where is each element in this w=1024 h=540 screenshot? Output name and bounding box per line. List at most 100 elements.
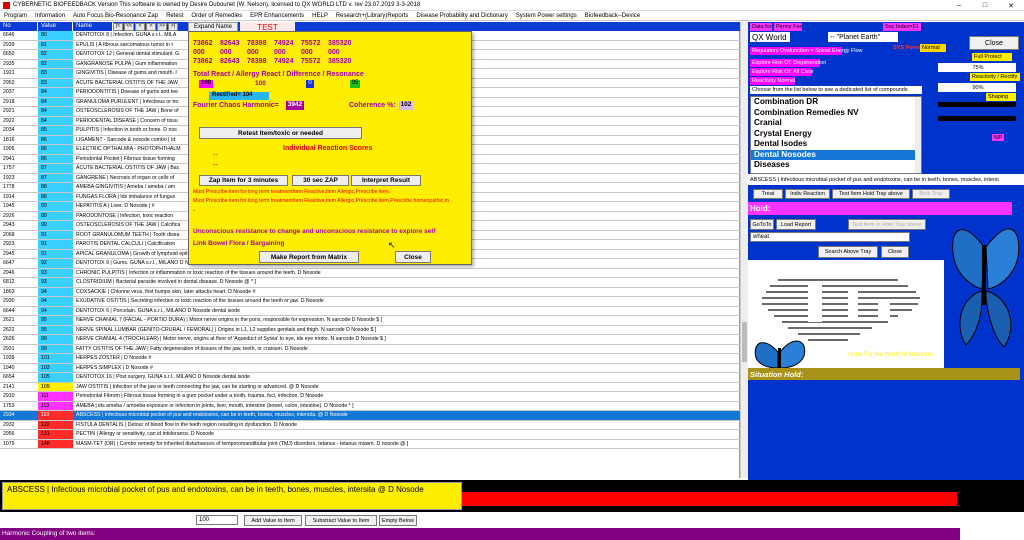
- compound-category-list[interactable]: Combination DR Combination Remedies NV C…: [750, 96, 922, 174]
- sys-power-value: Normal: [920, 44, 946, 52]
- menu-help[interactable]: HELP: [308, 13, 332, 19]
- load-report-button[interactable]: Load Report: [776, 219, 816, 230]
- table-row[interactable]: 6812 93 CLOSTRIDIUM | Bacterial parasite i…: [0, 278, 740, 288]
- list-item[interactable]: Crystal Energy: [751, 129, 921, 140]
- nav-last-button[interactable]: >|: [168, 22, 178, 31]
- make-report-button[interactable]: Make Report from Matrix: [259, 251, 359, 263]
- zap-3min-button[interactable]: Zap Item for 3 minutes: [199, 175, 288, 186]
- cell-value: 119: [38, 411, 73, 420]
- minimize-icon[interactable]: –: [946, 0, 972, 11]
- black-bar-1: [938, 102, 1016, 107]
- table-row[interactable]: 2141 109 JAW OSTITIS | Infection of the ja…: [0, 382, 740, 392]
- list-item[interactable]: Dental Isodes: [751, 139, 921, 150]
- close-top-button[interactable]: Close: [969, 36, 1019, 50]
- menu-retest[interactable]: Retest: [162, 13, 187, 19]
- list-item[interactable]: Combination Remedies NV: [751, 108, 921, 119]
- menu-auto-focus[interactable]: Auto Focus Bio-Resonance Zap: [69, 13, 162, 19]
- individual-scores-label: Individual Reaction Scores: [283, 145, 373, 152]
- list-item[interactable]: Cranial: [751, 118, 921, 129]
- table-row[interactable]: 2626 99 NERVE CRANIAL 4 (TROCHLEAR) | Moto…: [0, 335, 740, 345]
- coherence-label: Coherence %:: [349, 102, 396, 109]
- zap-30sec-button[interactable]: 30 sec ZAP: [292, 175, 349, 186]
- menu-epr[interactable]: EPR Enhancements: [246, 13, 308, 19]
- cell-no: 2921: [3, 108, 15, 114]
- table-row[interactable]: 1940 103 HERPES SIMPLEX | D Nosode #: [0, 363, 740, 373]
- cell-value: 86: [38, 154, 73, 163]
- indiv-reaction-button[interactable]: Indiv Reaction: [785, 189, 830, 199]
- list-item[interactable]: Diseases: [751, 160, 921, 171]
- nav-next2-button[interactable]: >>: [157, 22, 167, 31]
- menu-information[interactable]: Information: [31, 13, 69, 19]
- cell-no: 2918: [3, 98, 15, 105]
- search-input[interactable]: wheat: [750, 232, 910, 242]
- add-value-button[interactable]: Add Value to Item: [244, 515, 302, 526]
- col-name[interactable]: Name: [73, 22, 113, 31]
- cell-value: 93: [38, 278, 73, 287]
- menu-research[interactable]: Research+(Library)Reports: [332, 13, 413, 19]
- cell-no: 2945: [3, 250, 15, 257]
- table-row[interactable]: 2622 95 NERVE SPINAL LUMBAR (GENITO-CRURAL…: [0, 325, 740, 335]
- table-row[interactable]: 1079 148 MASM-TET (DR) | Combo remedy for …: [0, 439, 740, 449]
- cell-name: NERVE CRANIAL 7 (FACIAL - PORTIO DURA) |…: [76, 317, 383, 323]
- cell-no: 1905: [3, 146, 15, 152]
- test-hold-tray-button[interactable]: Test Item Hold Tray above: [832, 189, 910, 199]
- situation-hold: Situation Hold:: [748, 368, 1020, 380]
- menu-system-power[interactable]: System Power settings: [512, 13, 581, 19]
- nav-next-button[interactable]: >: [146, 22, 156, 31]
- cell-no: 6644: [3, 307, 15, 314]
- menu-program[interactable]: Program: [0, 13, 31, 19]
- col-value[interactable]: Value: [38, 22, 73, 31]
- menu-order-remedies[interactable]: Order of Remedies: [187, 13, 246, 19]
- close-small-button[interactable]: Close: [881, 246, 909, 258]
- patient-name: Penny Fox: [774, 23, 803, 31]
- subtract-value-button[interactable]: Substract Value to Item: [305, 515, 377, 526]
- menu-biofeedback[interactable]: Biofeedback--Device: [581, 13, 644, 19]
- close-icon[interactable]: ✕: [998, 0, 1024, 11]
- fourier-value: 3942: [286, 101, 304, 110]
- table-row[interactable]: 2931 99 FATTY OSTITIS OF THE JAW | Fatty d…: [0, 344, 740, 354]
- nav-prev2-button[interactable]: <<: [124, 22, 134, 31]
- amount-input[interactable]: 100: [196, 515, 238, 525]
- table-row-selected[interactable]: 2934 119 ABSCESS | Infectious microbial po…: [0, 411, 740, 421]
- menu-disease[interactable]: Disease Probability and Dictionary: [412, 13, 511, 19]
- gototo-button[interactable]: GoToTo: [750, 219, 774, 230]
- list-item-selected[interactable]: Dental Nosodes: [751, 149, 921, 160]
- test-hold-above-button[interactable]: Test Item in Hold Tray above: [848, 219, 926, 230]
- popup-close-button[interactable]: Close: [395, 251, 431, 263]
- table-row[interactable]: 1939 101 HERPES ZOSTER | D Nosode #: [0, 354, 740, 364]
- table-row[interactable]: 1863 94 COXSACKIE | Chlorine virus, first …: [0, 287, 740, 297]
- table-row[interactable]: 2956 131 PECTIN | Allergy or sensitivity, …: [0, 430, 740, 440]
- table-row[interactable]: 2930 94 EXUDATIVE OSTITIS | Secreting infe…: [0, 297, 740, 307]
- nav-prev-button[interactable]: <: [135, 22, 145, 31]
- retest-button[interactable]: Retest Item/toxic or needed: [199, 127, 362, 139]
- reactivity-normal: Reactivity Normal: [750, 77, 796, 85]
- table-row[interactable]: 2910 111 Periodontal Fibrom | Fibrous tiss…: [0, 392, 740, 402]
- table-row[interactable]: 1753 113 AMEBA | ids ameba / amoeba exposu…: [0, 401, 740, 411]
- cell-name: ABSCESS | Infectious microbial pocket of…: [76, 412, 348, 418]
- maximize-icon[interactable]: □: [972, 0, 998, 11]
- table-row[interactable]: 2932 122 FISTULA DENTALIS | Detour of bloo…: [0, 420, 740, 430]
- table-row[interactable]: 6644 94 DENTOTOX 6 | Porcelain. GUNA s.r.l…: [0, 306, 740, 316]
- np-badge: N/P: [992, 134, 1004, 141]
- treat-button[interactable]: Treat: [753, 189, 783, 199]
- cell-name: HERPES SIMPLEX | D Nosode #: [76, 364, 153, 371]
- grid-scrollbar[interactable]: [740, 22, 748, 478]
- scroll-thumb[interactable]: [742, 322, 747, 362]
- list-scrollbar[interactable]: [915, 97, 921, 173]
- col-no[interactable]: No: [0, 22, 38, 31]
- table-row[interactable]: 6654 105 DENTOTOX 16 | Post surgery. GUNA …: [0, 373, 740, 383]
- birth-tray-button[interactable]: Birth Tray: [912, 189, 950, 199]
- selected-item-description: ABSCESS | Infectious microbial pocket of…: [2, 482, 462, 510]
- planet-earth-label: -- "Planet Earth": [828, 32, 898, 42]
- empty-below-button[interactable]: Empty Below: [379, 515, 417, 526]
- cell-no: 1914: [3, 193, 15, 200]
- cell-value: 86: [38, 135, 73, 144]
- cell-no: 2941: [3, 155, 15, 162]
- search-above-tray-button[interactable]: Search Above Tray: [818, 246, 878, 258]
- table-row[interactable]: 2946 93 CHRONIC PULPITIS | Infection or in…: [0, 268, 740, 278]
- interpret-button[interactable]: Interpret Result: [351, 175, 421, 186]
- list-item[interactable]: Combination DR: [751, 97, 921, 108]
- cell-no: 6650: [3, 51, 15, 57]
- table-row[interactable]: 2621 95 NERVE CRANIAL 7 (FACIAL - PORTIO D…: [0, 316, 740, 326]
- nav-first-button[interactable]: |<: [113, 22, 123, 31]
